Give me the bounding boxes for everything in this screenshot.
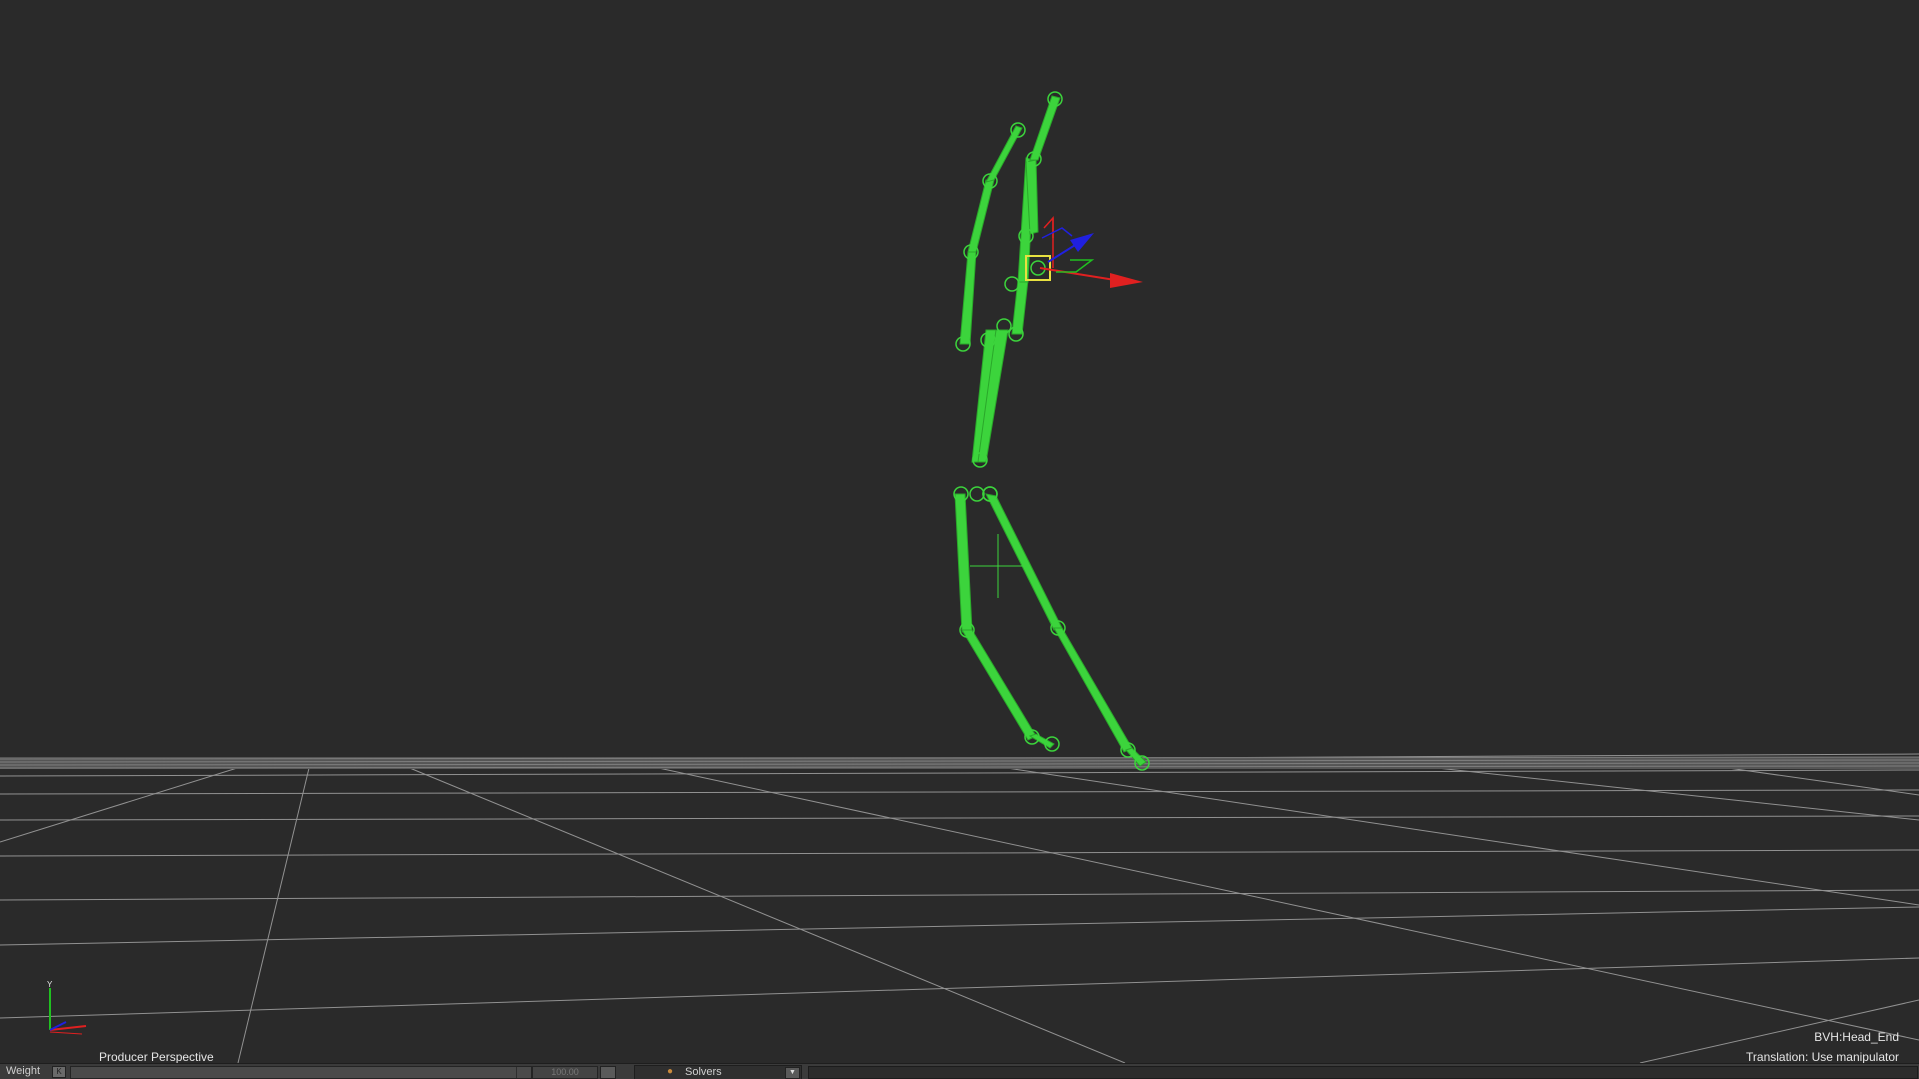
axis-gizmo [49, 988, 87, 1035]
manipulator-x-axis[interactable] [1039, 267, 1116, 281]
bone-left-upleg[interactable] [954, 493, 973, 633]
solvers-label: Solvers [685, 1066, 722, 1078]
solvers-icon: ● [667, 1066, 674, 1077]
chevron-down-icon[interactable]: ▼ [785, 1067, 800, 1079]
selected-object-label: BVH:Head_End [1814, 1030, 1899, 1044]
bone-right-shoulder[interactable] [1011, 279, 1029, 335]
camera-name-label: Producer Perspective [99, 1050, 214, 1064]
manipulator-status-label: Translation: Use manipulator [1746, 1050, 1899, 1064]
weight-key-button[interactable]: K [52, 1066, 66, 1078]
skeleton[interactable] [954, 95, 1147, 767]
joint-hips[interactable] [969, 486, 985, 502]
motionbuilder-window: Y Producer Perspective BVH:Head_End Tran… [0, 0, 1919, 1079]
status-message-field [808, 1066, 1918, 1079]
joint-right-elbow[interactable] [1004, 276, 1020, 292]
bone-left-foot[interactable] [1028, 733, 1055, 749]
ground-grid [0, 753, 1919, 1063]
manipulator-yz-plane[interactable] [1041, 227, 1073, 239]
bottom-status-bar: Weight K 100.00 ● Solvers ▼ [0, 1063, 1919, 1079]
axis-gizmo-y-label: Y [47, 980, 53, 989]
solvers-selector[interactable]: ● Solvers ▼ [634, 1065, 802, 1079]
weight-slider[interactable] [70, 1066, 532, 1079]
bone-right-leg[interactable] [1053, 627, 1133, 753]
bone-left-forearm[interactable] [967, 179, 995, 253]
manipulator-z-arrow[interactable] [1070, 233, 1094, 252]
weight-value-field[interactable]: 100.00 [532, 1066, 598, 1079]
translation-manipulator[interactable] [1025, 216, 1143, 288]
3d-viewport[interactable]: Y Producer Perspective BVH:Head_End Tran… [0, 0, 1919, 1064]
bone-left-leg[interactable] [961, 629, 1037, 741]
manipulator-xz-plane[interactable] [1056, 259, 1095, 273]
reference-cross [970, 534, 1030, 598]
weight-reset-button[interactable] [600, 1066, 616, 1079]
viewport-canvas[interactable]: Y [0, 0, 1919, 1063]
weight-slider-tick [516, 1067, 517, 1078]
bone-right-upleg[interactable] [985, 493, 1063, 631]
weight-label: Weight [6, 1065, 41, 1077]
bone-left-shoulder[interactable] [959, 251, 977, 345]
manipulator-x-arrow[interactable] [1110, 273, 1143, 288]
